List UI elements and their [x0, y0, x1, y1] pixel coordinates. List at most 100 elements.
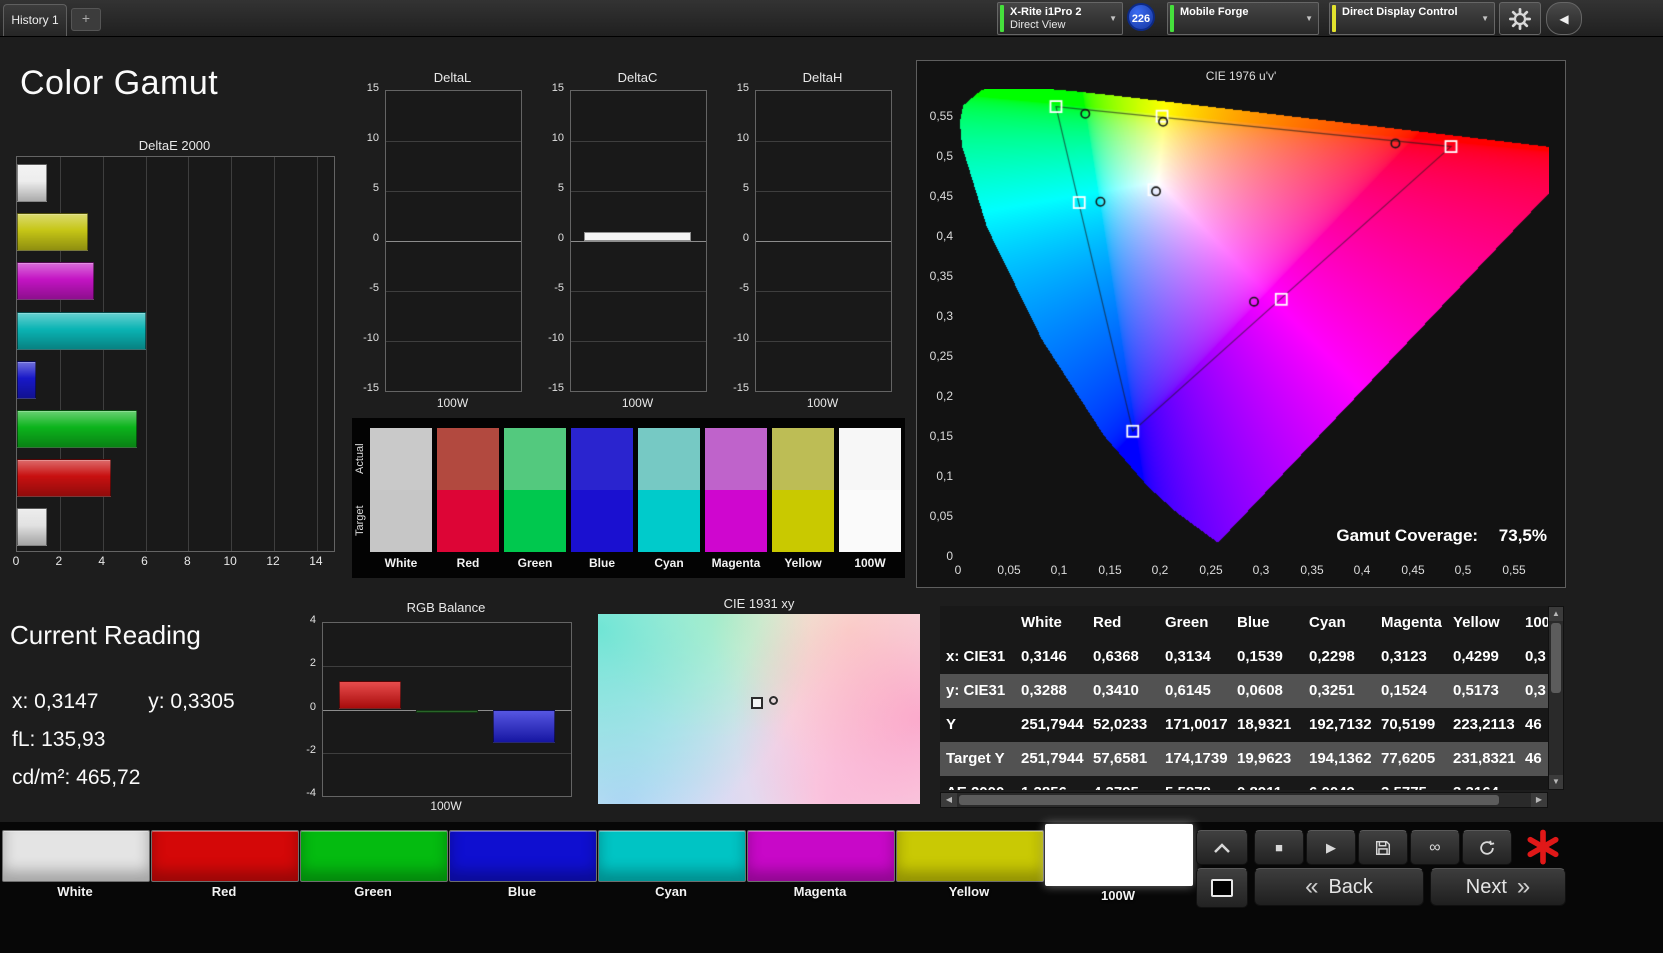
x-tick-label: 10: [223, 554, 237, 568]
meter-selector-dropdown[interactable]: X-Rite i1Pro 2 Direct View ▼: [997, 2, 1123, 35]
collapse-panel-button[interactable]: ◀: [1546, 2, 1582, 35]
y-tick-label: 0,05: [929, 509, 953, 523]
swatch-label: Red: [456, 556, 480, 570]
play-button[interactable]: ▶: [1306, 830, 1356, 865]
pattern-label: Yellow: [948, 884, 990, 899]
x-tick-label: 14: [309, 554, 323, 568]
x-tick-label: 2: [55, 554, 63, 568]
x-tick-label: 0,3: [1252, 563, 1270, 577]
source-name: Mobile Forge: [1180, 6, 1249, 18]
y-tick-label: 0,1: [936, 469, 953, 483]
pattern-window-button[interactable]: [1196, 868, 1248, 908]
table-cell: 0,3134: [1165, 648, 1211, 665]
pattern-label: Red: [211, 884, 237, 899]
grid-line: [571, 291, 706, 292]
save-icon: [1375, 840, 1391, 855]
meter-name: X-Rite i1Pro 2: [1010, 6, 1082, 18]
pattern-button-blue[interactable]: [449, 830, 597, 882]
pattern-button-magenta[interactable]: [747, 830, 895, 882]
reading-xy: x: 0,3147 y: 0,3305: [12, 690, 235, 714]
table-cell: 0,3123: [1381, 648, 1427, 665]
pattern-button-green[interactable]: [300, 830, 448, 882]
pattern-label: Cyan: [655, 884, 687, 899]
x-tick-label: 0,15: [1098, 563, 1122, 577]
back-button[interactable]: « Back: [1254, 868, 1424, 906]
swatch-compare-strip: Actual Target White Red Green Blue Cyan Magen…: [352, 418, 905, 578]
x-tick-label: 0: [12, 554, 20, 568]
rgb-bar-red: [339, 681, 401, 710]
deltae-plot: [16, 156, 335, 552]
infinity-icon: ∞: [1429, 838, 1441, 856]
scroll-left-arrow[interactable]: ◀: [941, 793, 957, 807]
source-selector-dropdown[interactable]: Mobile Forge ▼: [1167, 2, 1319, 35]
y-tick-label: 10: [551, 132, 564, 144]
pattern-button-white[interactable]: [2, 830, 150, 882]
source-accent-bar: [1170, 5, 1174, 32]
table-cell: 0,2298: [1309, 648, 1355, 665]
y-tick-label: 10: [366, 132, 379, 144]
display-control-dropdown[interactable]: Direct Display Control ▼: [1329, 2, 1495, 35]
scroll-right-arrow[interactable]: ▶: [1531, 793, 1547, 807]
y-tick-label: -15: [363, 382, 379, 394]
next-button[interactable]: Next »: [1430, 868, 1566, 906]
column-header: Green: [1165, 614, 1209, 631]
top-bar: History 1 + X-Rite i1Pro 2 Direct View ▼…: [0, 0, 1663, 37]
deltae-xticks: 0 2 4 6 8 10 12 14: [0, 554, 360, 570]
save-button[interactable]: [1358, 830, 1408, 865]
continuous-button[interactable]: ∞: [1410, 830, 1460, 865]
swatch-label: Green: [517, 556, 553, 570]
y-tick-label: 0,2: [936, 389, 953, 403]
delta-chart-0: DeltaL 100W 15 10 5 0 -5 -10 -15: [345, 70, 522, 412]
reading-marker-square: [751, 697, 763, 709]
table-row: ΔE 20001,38564,37955,58780,89116,00493,5…: [940, 776, 1548, 790]
deltae-bar-magenta: [17, 262, 94, 301]
scroll-down-arrow[interactable]: ▼: [1549, 775, 1563, 789]
table-cell: 1,3856: [1015, 776, 1087, 790]
loop-button[interactable]: [1462, 830, 1512, 865]
pattern-button-cyan[interactable]: [598, 830, 746, 882]
table-row: Y 251,7944 52,0233 171,0017 18,9321 192,7132 7…: [940, 708, 1548, 742]
deltae-bar-green: [17, 410, 137, 448]
refresh-icon: [1480, 840, 1495, 855]
stop-button[interactable]: ■: [1254, 830, 1304, 865]
table-horizontal-scrollbar[interactable]: ◀ ▶: [940, 792, 1548, 808]
y-tick-label: 0,55: [929, 109, 953, 123]
scroll-up-arrow[interactable]: ▲: [1549, 607, 1563, 621]
scroll-thumb[interactable]: [959, 795, 1499, 805]
y-tick-label: 5: [742, 182, 749, 194]
gamut-coverage-label: Gamut Coverage:: [1336, 526, 1479, 545]
swatch-column-blue: Blue: [571, 418, 633, 578]
pattern-up-button[interactable]: [1196, 830, 1248, 865]
grid-line: [571, 341, 706, 342]
y-tick-label: 0,3: [936, 309, 953, 323]
grid-line: [756, 341, 891, 342]
reading-cdm2: cd/m²: 465,72: [12, 766, 141, 789]
y-tick-label: 2: [309, 657, 316, 670]
tab-history-1[interactable]: History 1: [3, 4, 67, 36]
pattern-button-red[interactable]: [151, 830, 299, 882]
swatch-label: Magenta: [711, 556, 761, 570]
next-label: Next: [1465, 875, 1507, 898]
actual-row-label: Actual: [354, 443, 366, 475]
pattern-button-yellow[interactable]: [896, 830, 1044, 882]
table-cell: 0,0608: [1237, 682, 1283, 699]
swatch-column-green: Green: [504, 418, 566, 578]
table-cell: 0,3: [1525, 648, 1546, 665]
reading-fl: fL: 135,93: [12, 728, 106, 751]
table-vertical-scrollbar[interactable]: ▲ ▼: [1548, 606, 1564, 790]
pattern-label: 100W: [1101, 888, 1135, 903]
stop-icon: ■: [1275, 840, 1283, 855]
count-badge[interactable]: 226: [1127, 3, 1155, 31]
scroll-thumb[interactable]: [1551, 623, 1561, 693]
grid-line: [756, 141, 891, 142]
reference-marker-circle: [769, 696, 778, 705]
pattern-button-100w[interactable]: [1045, 824, 1193, 886]
settings-button[interactable]: [1499, 2, 1541, 35]
table-cell: 251,7944: [1021, 750, 1084, 767]
add-tab-button[interactable]: +: [71, 8, 101, 31]
chart-title: DeltaH: [802, 70, 843, 85]
x-axis-label: 100W: [806, 396, 839, 410]
table-cell: 46: [1525, 716, 1542, 733]
grid-line: [756, 241, 891, 242]
delta-plot: [570, 90, 707, 392]
